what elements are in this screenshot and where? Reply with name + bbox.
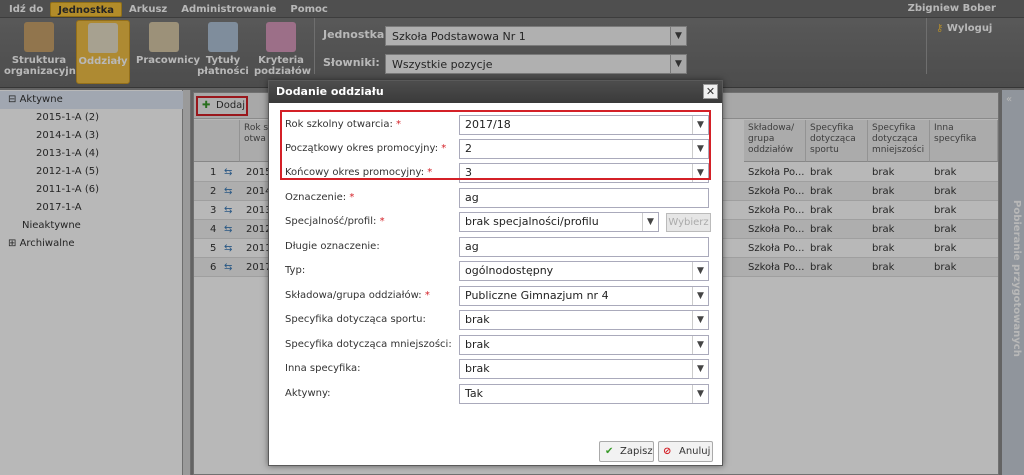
field-label: Końcowy okres promocyjny: * xyxy=(285,167,433,178)
skladowa-select[interactable]: Publiczne Gimnazjum nr 4 ▼ xyxy=(459,286,709,306)
field-label: Inna specyfika: xyxy=(285,363,361,374)
field-label: Długie oznaczenie: xyxy=(285,241,380,252)
chevron-down-icon: ▼ xyxy=(692,385,708,403)
cancel-button[interactable]: ⊘ Anuluj xyxy=(658,441,713,462)
poczatkowy-okres-select[interactable]: 2 ▼ xyxy=(459,139,709,159)
field-label: Aktywny: xyxy=(285,388,331,399)
field-label: Specyfika dotycząca mniejszości: xyxy=(285,339,452,350)
chevron-down-icon: ▼ xyxy=(692,287,708,305)
field-rok-szkolny: Rok szkolny otwarcia: * 2017/18 ▼ xyxy=(269,115,722,139)
checkmark-icon: ✔ xyxy=(605,446,614,457)
dialog-title: Dodanie oddziału xyxy=(269,81,722,103)
add-class-dialog: Dodanie oddziału ✕ Rok szkolny otwarcia:… xyxy=(268,80,723,466)
koncowy-okres-select[interactable]: 3 ▼ xyxy=(459,163,709,183)
field-mniejszosci: Specyfika dotycząca mniejszości: brak ▼ xyxy=(269,335,722,359)
aktywny-select[interactable]: Tak ▼ xyxy=(459,384,709,404)
field-dlugie-oznaczenie: Długie oznaczenie: ag xyxy=(269,237,722,261)
wybierz-button[interactable]: Wybierz xyxy=(666,213,711,232)
field-typ: Typ: ogólnodostępny ▼ xyxy=(269,261,722,285)
dlugie-oznaczenie-input[interactable]: ag xyxy=(459,237,709,257)
field-label: Typ: xyxy=(285,265,306,276)
sport-select[interactable]: brak ▼ xyxy=(459,310,709,330)
field-oznaczenie: Oznaczenie: * ag xyxy=(269,188,722,212)
field-label: Rok szkolny otwarcia: * xyxy=(285,119,402,130)
chevron-down-icon: ▼ xyxy=(692,262,708,280)
save-label: Zapisz xyxy=(620,446,653,457)
field-label: Specyfika dotycząca sportu: xyxy=(285,314,426,325)
typ-select[interactable]: ogólnodostępny ▼ xyxy=(459,261,709,281)
mniejszosci-select[interactable]: brak ▼ xyxy=(459,335,709,355)
field-koncowy-okres: Końcowy okres promocyjny: * 3 ▼ xyxy=(269,163,722,187)
chevron-down-icon: ▼ xyxy=(692,336,708,354)
field-label: Początkowy okres promocyjny: * xyxy=(285,143,447,154)
field-sport: Specyfika dotycząca sportu: brak ▼ xyxy=(269,310,722,334)
chevron-down-icon: ▼ xyxy=(692,116,708,134)
field-label: Oznaczenie: * xyxy=(285,192,355,203)
oznaczenie-input[interactable]: ag xyxy=(459,188,709,208)
field-label: Specjalność/profil: * xyxy=(285,216,385,227)
field-skladowa: Składowa/grupa oddziałów: * Publiczne Gi… xyxy=(269,286,722,310)
chevron-down-icon: ▼ xyxy=(692,360,708,378)
field-aktywny: Aktywny: Tak ▼ xyxy=(269,384,722,408)
chevron-down-icon: ▼ xyxy=(642,213,658,231)
chevron-down-icon: ▼ xyxy=(692,311,708,329)
field-specjalnosc: Specjalność/profil: * brak specjalności/… xyxy=(269,212,722,236)
chevron-down-icon: ▼ xyxy=(692,164,708,182)
cancel-icon: ⊘ xyxy=(663,446,672,457)
rok-szkolny-select[interactable]: 2017/18 ▼ xyxy=(459,115,709,135)
specjalnosc-select[interactable]: brak specjalności/profilu ▼ xyxy=(459,212,659,232)
field-inna: Inna specyfika: brak ▼ xyxy=(269,359,722,383)
chevron-down-icon: ▼ xyxy=(692,140,708,158)
field-poczatkowy-okres: Początkowy okres promocyjny: * 2 ▼ xyxy=(269,139,722,163)
cancel-label: Anuluj xyxy=(679,446,711,457)
inna-select[interactable]: brak ▼ xyxy=(459,359,709,379)
close-icon[interactable]: ✕ xyxy=(703,84,718,99)
field-label: Składowa/grupa oddziałów: * xyxy=(285,290,430,301)
save-button[interactable]: ✔ Zapisz xyxy=(599,441,654,462)
